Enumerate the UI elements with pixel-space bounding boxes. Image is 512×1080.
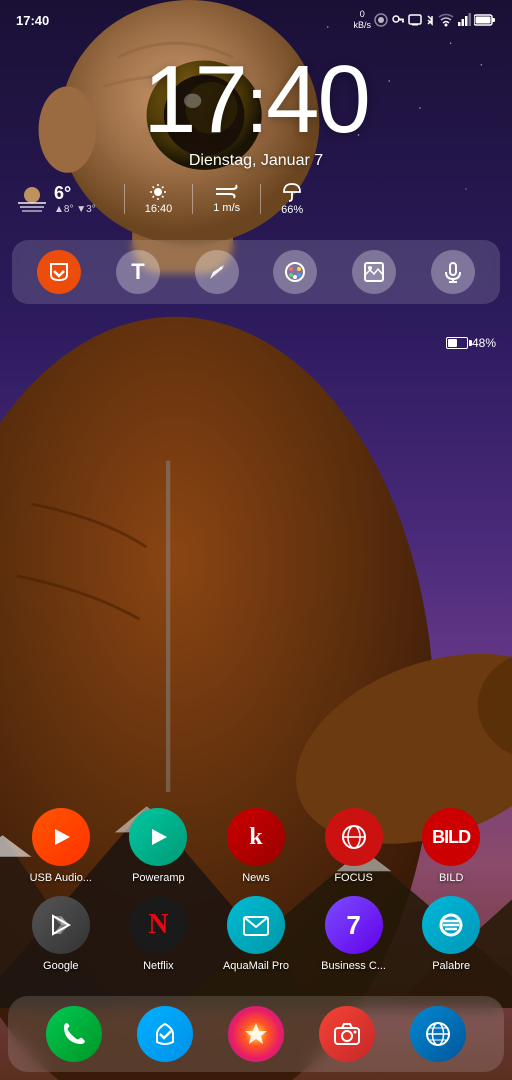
clock-display: 17:40 bbox=[16, 52, 496, 148]
weather-divider2 bbox=[192, 184, 193, 214]
app-item-focus[interactable]: FOCUS bbox=[318, 808, 390, 884]
weather-low: ▼3° bbox=[76, 204, 95, 215]
dock-phone-icon bbox=[46, 1006, 102, 1062]
app-item-palabre[interactable]: Palabre bbox=[415, 896, 487, 972]
app-row-1: USB Audio... Poweramp k News bbox=[12, 808, 500, 884]
gallery-icon bbox=[363, 261, 385, 283]
dock-browser-icon bbox=[410, 1006, 466, 1062]
sketchbook-tool-button[interactable] bbox=[195, 250, 239, 294]
app-row-2: Google N Netflix AquaMail Pro bbox=[12, 896, 500, 972]
weather-sun-time: 16:40 bbox=[145, 183, 173, 215]
dock-browser[interactable] bbox=[410, 1006, 466, 1062]
pocket-tool-button[interactable] bbox=[37, 250, 81, 294]
weather-divider3 bbox=[260, 184, 261, 214]
weather-divider bbox=[124, 184, 125, 214]
text-icon: T bbox=[131, 259, 144, 285]
clock-colon: : bbox=[246, 60, 266, 149]
palette-tool-button[interactable] bbox=[273, 250, 317, 294]
notification-area: 48% bbox=[0, 316, 512, 800]
app-item-poweramp[interactable]: Poweramp bbox=[122, 808, 194, 884]
business-7: 7 bbox=[346, 910, 360, 941]
wifi-icon bbox=[438, 13, 454, 27]
battery-indicator: 48% bbox=[446, 336, 496, 350]
app-label-aquamail: AquaMail Pro bbox=[220, 960, 292, 972]
app-grid: USB Audio... Poweramp k News bbox=[0, 800, 512, 992]
dock-themes-icon bbox=[228, 1006, 284, 1062]
clock-minutes: 40 bbox=[266, 46, 369, 153]
weather-wind: 1 m/s bbox=[213, 184, 240, 214]
app-icon-focus bbox=[325, 808, 383, 866]
app-label-bild: BILD bbox=[415, 872, 487, 884]
weather-rain: 66% bbox=[281, 182, 303, 216]
weather-temperature: 6° ▲8° ▼3° bbox=[54, 183, 96, 215]
app-item-bild[interactable]: BILD BILD bbox=[415, 808, 487, 884]
sun-icon bbox=[149, 183, 167, 201]
app-icon-google bbox=[32, 896, 90, 954]
key-icon bbox=[391, 13, 405, 27]
battery-icon bbox=[446, 337, 468, 349]
app-icon-usbaudio bbox=[32, 808, 90, 866]
app-icon-aquamail bbox=[227, 896, 285, 954]
app-item-netflix[interactable]: N Netflix bbox=[122, 896, 194, 972]
gallery-tool-button[interactable] bbox=[352, 250, 396, 294]
app-label-focus: FOCUS bbox=[318, 872, 390, 884]
quick-tools-bar: T bbox=[12, 240, 500, 304]
mic-tool-button[interactable] bbox=[431, 250, 475, 294]
app-label-business: Business C... bbox=[318, 960, 390, 972]
app-item-aquamail[interactable]: AquaMail Pro bbox=[220, 896, 292, 972]
app-icon-news: k bbox=[227, 808, 285, 866]
app-item-google[interactable]: Google bbox=[25, 896, 97, 972]
app-icon-poweramp bbox=[129, 808, 187, 866]
clock-area: 17:40 Dienstag, Januar 7 bbox=[0, 52, 512, 170]
app-label-netflix: Netflix bbox=[122, 960, 194, 972]
weather-high: ▲8° bbox=[54, 204, 73, 215]
umbrella-icon bbox=[282, 182, 302, 202]
dock-camera-icon bbox=[319, 1006, 375, 1062]
battery-fill bbox=[448, 339, 457, 347]
app-label-usbaudio: USB Audio... bbox=[25, 872, 97, 884]
app-icon-business: 7 bbox=[325, 896, 383, 954]
dock bbox=[8, 996, 504, 1072]
date-display: Dienstag, Januar 7 bbox=[16, 152, 496, 170]
bild-text: BILD bbox=[432, 827, 470, 848]
signal-bars-icon bbox=[457, 13, 471, 27]
palette-icon bbox=[284, 261, 306, 283]
status-time: 17:40 bbox=[16, 13, 49, 28]
status-bar: 17:40 0 kB/s bbox=[0, 0, 512, 32]
pocket-icon bbox=[48, 261, 70, 283]
bluetooth-icon bbox=[425, 13, 435, 27]
dock-themes[interactable] bbox=[228, 1006, 284, 1062]
text-tool-button[interactable]: T bbox=[116, 250, 160, 294]
dock-samsung-icon bbox=[137, 1006, 193, 1062]
news-k-letter: k bbox=[249, 824, 262, 851]
weather-condition-icon bbox=[16, 185, 48, 213]
app-label-news: News bbox=[220, 872, 292, 884]
weather-main: 6° ▲8° ▼3° bbox=[16, 183, 96, 215]
app-label-google: Google bbox=[25, 960, 97, 972]
app-icon-netflix: N bbox=[129, 896, 187, 954]
weather-widget: 6° ▲8° ▼3° 16:40 bbox=[16, 182, 496, 216]
app-label-poweramp: Poweramp bbox=[122, 872, 194, 884]
dock-camera[interactable] bbox=[319, 1006, 375, 1062]
battery-percentage: 48% bbox=[472, 336, 496, 350]
battery-status-icon bbox=[474, 13, 496, 27]
netflix-n: N bbox=[148, 909, 168, 941]
dock-phone[interactable] bbox=[46, 1006, 102, 1062]
status-icons: 0 kB/s bbox=[353, 9, 496, 31]
net-speed: 0 kB/s bbox=[353, 9, 371, 31]
dock-samsung-store[interactable] bbox=[137, 1006, 193, 1062]
signal-icon bbox=[374, 13, 388, 27]
app-icon-bild: BILD bbox=[422, 808, 480, 866]
app-item-news[interactable]: k News bbox=[220, 808, 292, 884]
app-item-business[interactable]: 7 Business C... bbox=[318, 896, 390, 972]
app-item-usbaudio[interactable]: USB Audio... bbox=[25, 808, 97, 884]
wind-icon bbox=[216, 184, 238, 200]
clock-hours: 17 bbox=[143, 46, 246, 153]
mic-icon bbox=[442, 261, 464, 283]
app-icon-palabre bbox=[422, 896, 480, 954]
sketchbook-icon bbox=[206, 261, 228, 283]
app-label-palabre: Palabre bbox=[415, 960, 487, 972]
screen-icon bbox=[408, 13, 422, 27]
